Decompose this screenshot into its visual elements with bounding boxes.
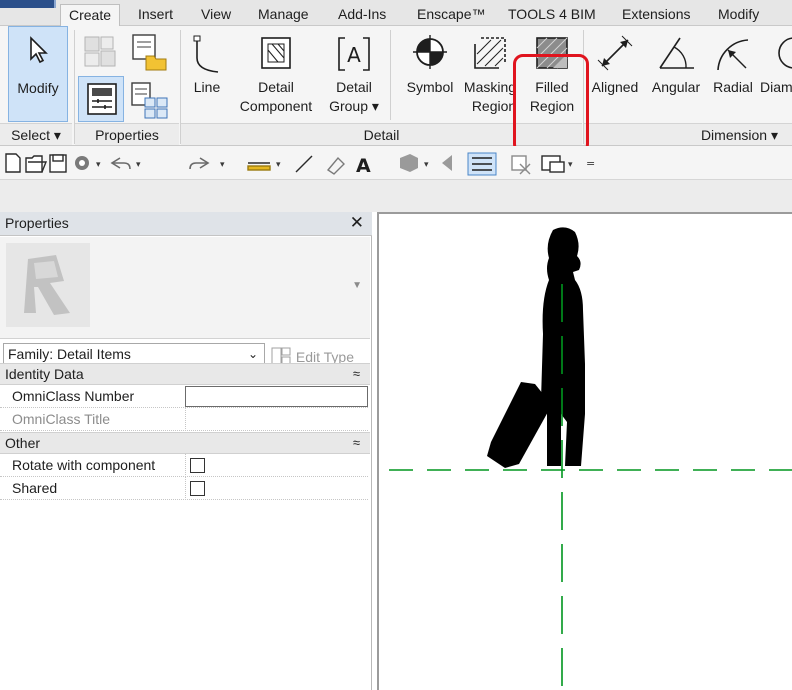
section-identity-data[interactable]: Identity Data ≈: [0, 363, 370, 385]
type-selector[interactable]: ▼: [0, 237, 370, 339]
masking-region-button[interactable]: Masking Region: [460, 26, 520, 122]
type-properties-icon: [87, 83, 117, 115]
property-row-shared: Shared: [0, 477, 368, 500]
aligned-dimension-small-icon: [295, 155, 313, 173]
redo-icon: [189, 157, 210, 170]
symbol-icon: [413, 35, 447, 69]
tab-add-ins[interactable]: Add-Ins: [330, 4, 394, 26]
svg-text:A: A: [356, 155, 371, 177]
symbol-button[interactable]: Symbol: [400, 26, 460, 122]
drawing-canvas[interactable]: [377, 212, 792, 690]
select-group-label[interactable]: Select ▾: [0, 123, 72, 145]
detail-component-button[interactable]: Detail Component: [232, 26, 320, 122]
tab-tools-4-bim[interactable]: TOOLS 4 BIM: [500, 4, 604, 26]
property-row-omniclass-number: OmniClass Number: [0, 385, 368, 408]
family-icon: [84, 36, 116, 67]
tab-view[interactable]: View: [193, 4, 239, 26]
thin-lines-icon: [467, 152, 497, 176]
diameter-dimension-button[interactable]: Diam: [758, 26, 792, 122]
detail-drawing: [389, 227, 792, 690]
tab-modify[interactable]: Modify: [710, 4, 767, 26]
toolbar-spacer: [0, 180, 792, 212]
section-icon: [442, 155, 452, 171]
svg-text:▾: ▾: [568, 160, 573, 170]
quick-access-toolbar: ▾ ▾ ▾ ▾ A ▾ ▾ =: [0, 146, 792, 180]
tab-create[interactable]: Create: [60, 4, 121, 27]
omniclass-number-field[interactable]: [185, 386, 368, 407]
pointer-icon: [30, 36, 48, 64]
masking-region-icon: [474, 37, 506, 69]
person-silhouette: [487, 227, 585, 468]
rotate-with-component-checkbox[interactable]: [190, 458, 205, 473]
detail-group-icon: A: [338, 37, 370, 71]
chevron-down-icon: ⌄: [247, 347, 258, 361]
sync-icon: [75, 156, 89, 170]
svg-text:A: A: [347, 43, 361, 67]
property-row-omniclass-title: OmniClass Title: [0, 408, 368, 431]
load-family-icon[interactable]: [128, 32, 168, 72]
chevron-down-icon[interactable]: ▼: [352, 280, 362, 291]
svg-text:▾: ▾: [96, 160, 101, 170]
quick-access-icons[interactable]: ▾ ▾ ▾ ▾ A ▾ ▾ =: [0, 146, 620, 180]
modify-button[interactable]: Modify: [8, 26, 68, 122]
radial-dimension-icon: [717, 39, 749, 71]
line-icon: [193, 35, 219, 73]
shared-checkbox[interactable]: [190, 481, 205, 496]
properties-palette: Properties ✕ ▼ Family: Detail Items ⌄ Ed…: [0, 212, 372, 690]
family-category-icon[interactable]: [129, 80, 169, 120]
section-other[interactable]: Other ≈: [0, 432, 370, 454]
properties-title: Properties: [5, 215, 69, 231]
tag-icon: [326, 156, 345, 175]
detail-group-button[interactable]: A Detail Group ▾: [324, 26, 384, 122]
revit-logo-thumbnail: [6, 243, 90, 327]
close-icon[interactable]: ✕: [350, 213, 364, 233]
angular-dimension-icon: [659, 37, 694, 69]
svg-text:▾: ▾: [424, 160, 429, 170]
switch-windows-icon: [541, 155, 565, 173]
type-properties-button[interactable]: [78, 76, 124, 122]
aligned-dimension-icon: [597, 35, 633, 71]
collapse-icon[interactable]: ≈: [353, 364, 360, 384]
tab-enscape[interactable]: Enscape™: [409, 4, 493, 26]
collapse-icon[interactable]: ≈: [353, 433, 360, 453]
dimension-group-label[interactable]: Dimension ▾: [584, 123, 792, 145]
open-icon: [25, 155, 48, 173]
tab-insert[interactable]: Insert: [130, 4, 181, 26]
tab-extensions[interactable]: Extensions: [614, 4, 698, 26]
svg-text:▾: ▾: [220, 160, 225, 170]
application-menu-button[interactable]: [0, 0, 56, 8]
svg-text:=: =: [586, 157, 595, 170]
undo-icon: [110, 157, 131, 170]
filled-region-highlight: [513, 54, 589, 154]
properties-group-label: Properties: [75, 123, 179, 145]
save-icon: [49, 154, 67, 173]
angular-dimension-button[interactable]: Angular: [646, 26, 706, 122]
diameter-dimension-icon: [778, 37, 792, 69]
reference-planes: [389, 284, 792, 690]
omniclass-title-value: [185, 408, 368, 431]
close-hidden-windows-icon: [511, 155, 531, 175]
aligned-dimension-button[interactable]: Aligned: [586, 26, 644, 122]
family-filter-value: Family: Detail Items: [8, 346, 131, 362]
3d-view-icon: [400, 154, 418, 172]
ribbon-tab-bar: Create Insert View Manage Add-Ins Enscap…: [0, 0, 792, 27]
measure-icon: [247, 162, 271, 171]
new-icon: [5, 153, 21, 173]
svg-text:▾: ▾: [276, 160, 281, 170]
radial-dimension-button[interactable]: Radial: [708, 26, 758, 122]
property-row-rotate-with-component: Rotate with component: [0, 454, 368, 477]
properties-header: Properties ✕: [0, 212, 372, 236]
detail-component-icon: [261, 37, 291, 69]
tab-manage[interactable]: Manage: [250, 4, 317, 26]
ribbon-panel: Modify Select ▾ Properties Line Detail C…: [0, 26, 792, 154]
svg-text:▾: ▾: [136, 160, 141, 170]
line-button[interactable]: Line: [184, 26, 230, 122]
